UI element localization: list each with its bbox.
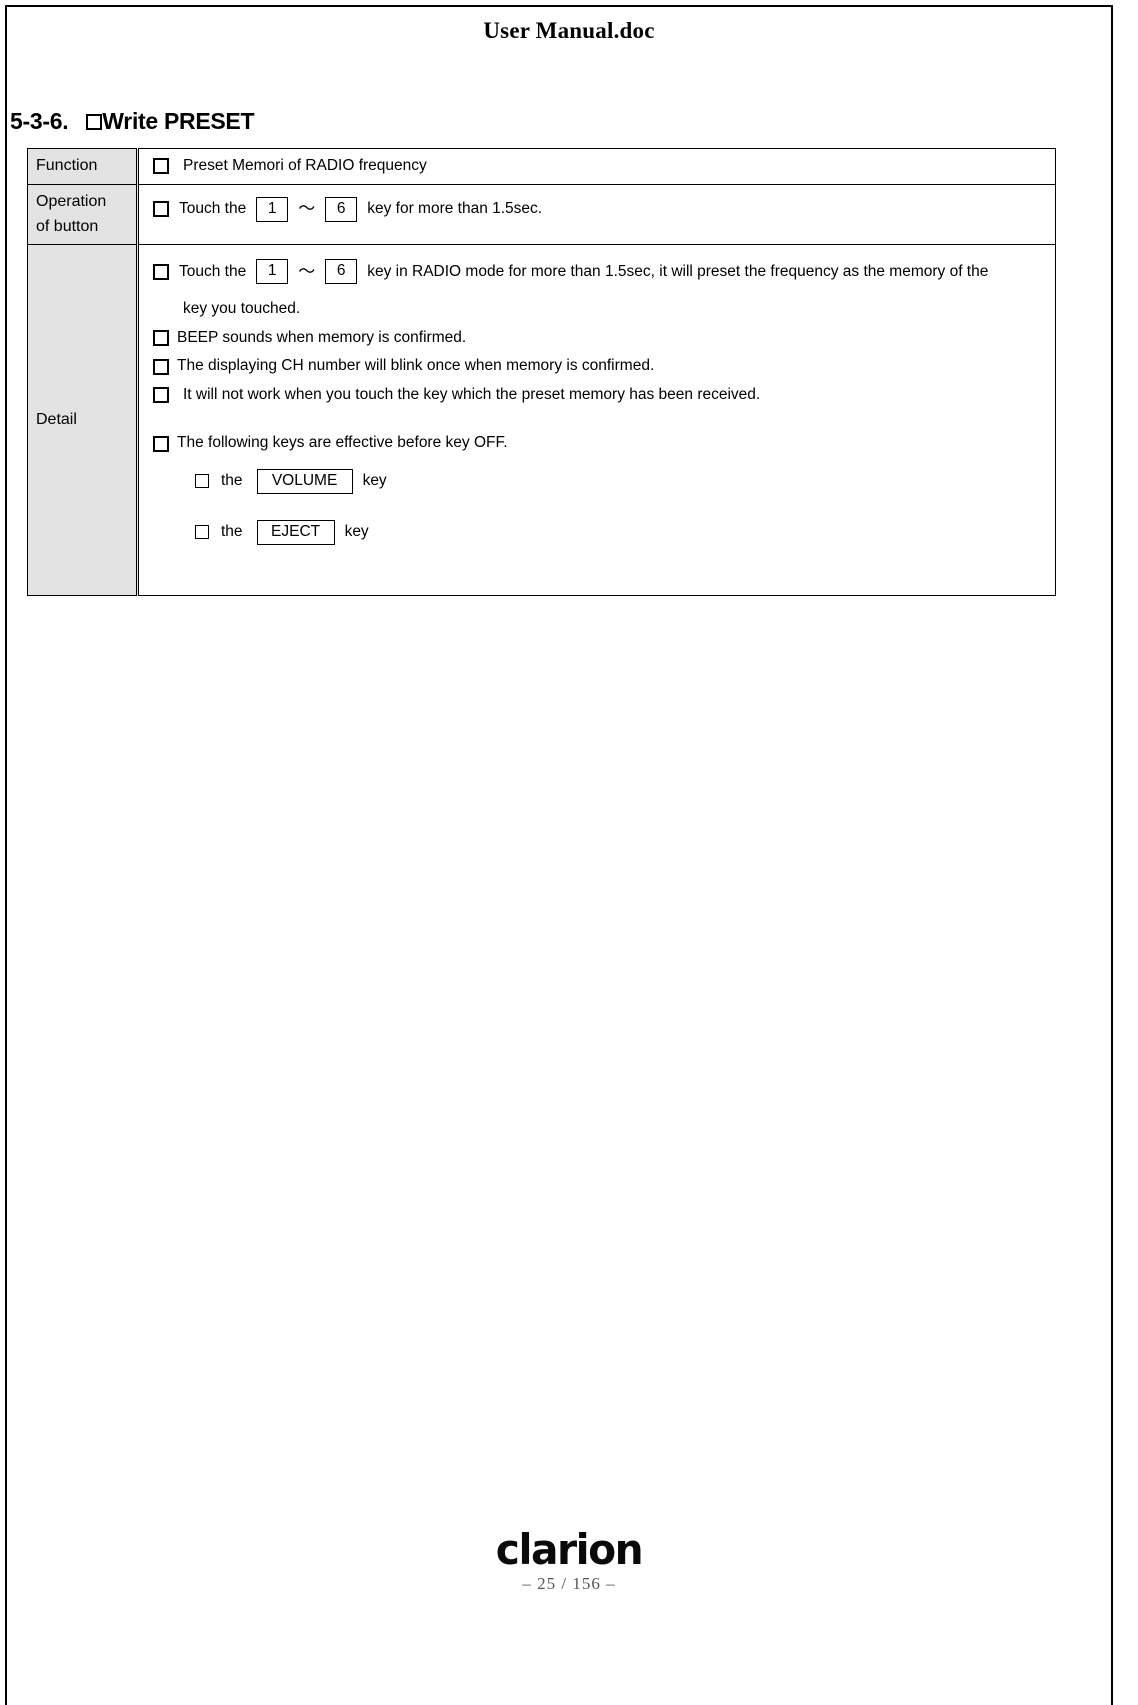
- empty-checkbox-icon: [86, 113, 103, 130]
- empty-checkbox-icon: [153, 201, 169, 218]
- section-number: 5-3-6.: [10, 108, 69, 134]
- list-item: The following keys are effective before …: [153, 432, 1045, 454]
- list-item: Touch the 1 ～ 6 key in RADIO mode for mo…: [153, 259, 1045, 285]
- empty-checkbox-icon: [195, 474, 209, 489]
- table-row-function: Function Preset Memori of RADIO frequenc…: [27, 148, 1056, 185]
- list-item: BEEP sounds when memory is confirmed.: [153, 327, 1045, 349]
- page-number: – 25 / 156 –: [522, 1574, 616, 1593]
- section-title: Write PRESET: [102, 108, 255, 134]
- key-box-6[interactable]: 6: [325, 196, 358, 222]
- key-box-6[interactable]: 6: [325, 259, 358, 285]
- row-content-operation: Touch the 1 ～ 6 key for more than 1.5sec…: [137, 183, 1056, 246]
- volume-key-article: the: [221, 472, 243, 490]
- list-item: Preset Memori of RADIO frequency: [153, 155, 1045, 177]
- eject-key-article: the: [221, 523, 243, 541]
- eject-key-word: key: [344, 523, 369, 541]
- list-item: The displaying CH number will blink once…: [153, 355, 1045, 377]
- range-symbol: ～: [298, 261, 316, 281]
- row-label-detail: Detail: [27, 244, 139, 597]
- document-header-title: User Manual.doc: [483, 18, 655, 43]
- empty-checkbox-icon: [195, 525, 209, 540]
- row-label-operation: Operation of button: [27, 183, 139, 246]
- specification-table: Function Preset Memori of RADIO frequenc…: [27, 148, 1056, 597]
- empty-checkbox-icon: [153, 330, 169, 347]
- row-content-detail: Touch the 1 ～ 6 key in RADIO mode for mo…: [137, 244, 1056, 597]
- key-box-volume[interactable]: VOLUME: [256, 468, 353, 494]
- row-content-function: Preset Memori of RADIO frequency: [137, 148, 1056, 185]
- empty-checkbox-icon: [153, 263, 169, 280]
- page-footer: clarion – 25 / 156 –: [0, 1525, 1138, 1594]
- clarion-logo: clarion: [495, 1525, 644, 1575]
- operation-prefix-text: Touch the: [179, 200, 247, 218]
- volume-key-word: key: [362, 472, 387, 490]
- list-item: It will not work when you touch the key …: [153, 384, 1045, 406]
- section-heading: 5-3-6. Write PRESET: [10, 108, 255, 135]
- detail-item1-continuation: key you touched.: [183, 300, 301, 318]
- detail-item3-text: The displaying CH number will blink once…: [177, 357, 655, 375]
- empty-checkbox-icon: [153, 387, 169, 404]
- list-item-eject-key: the EJECT key: [195, 519, 1045, 545]
- detail-item1-suffix: key in RADIO mode for more than 1.5sec, …: [367, 262, 989, 280]
- row-label-operation-line2: of button: [36, 217, 99, 235]
- list-item-volume-key: the VOLUME key: [195, 468, 1045, 494]
- empty-checkbox-icon: [153, 158, 169, 175]
- empty-checkbox-icon: [153, 358, 169, 375]
- operation-suffix-text: key for more than 1.5sec.: [367, 200, 543, 218]
- empty-checkbox-icon: [153, 435, 169, 452]
- list-item: Touch the 1 ～ 6 key for more than 1.5sec…: [153, 196, 1045, 222]
- key-box-eject[interactable]: EJECT: [256, 519, 335, 545]
- detail-item2-text: BEEP sounds when memory is confirmed.: [177, 328, 467, 346]
- detail-item4-text: It will not work when you touch the key …: [183, 385, 761, 403]
- detail-item1-prefix: Touch the: [179, 262, 247, 280]
- table-row-operation: Operation of button Touch the 1 ～ 6 key …: [27, 183, 1056, 246]
- detail-item5-text: The following keys are effective before …: [177, 434, 508, 452]
- row-label-operation-line1: Operation: [36, 192, 107, 210]
- row-label-function: Function: [27, 148, 139, 185]
- table-row-detail: Detail Touch the 1 ～ 6 key in RADIO mode…: [27, 244, 1056, 597]
- key-box-1[interactable]: 1: [256, 196, 289, 222]
- key-box-1[interactable]: 1: [256, 259, 289, 285]
- function-description: Preset Memori of RADIO frequency: [183, 157, 427, 174]
- range-symbol: ～: [298, 198, 316, 218]
